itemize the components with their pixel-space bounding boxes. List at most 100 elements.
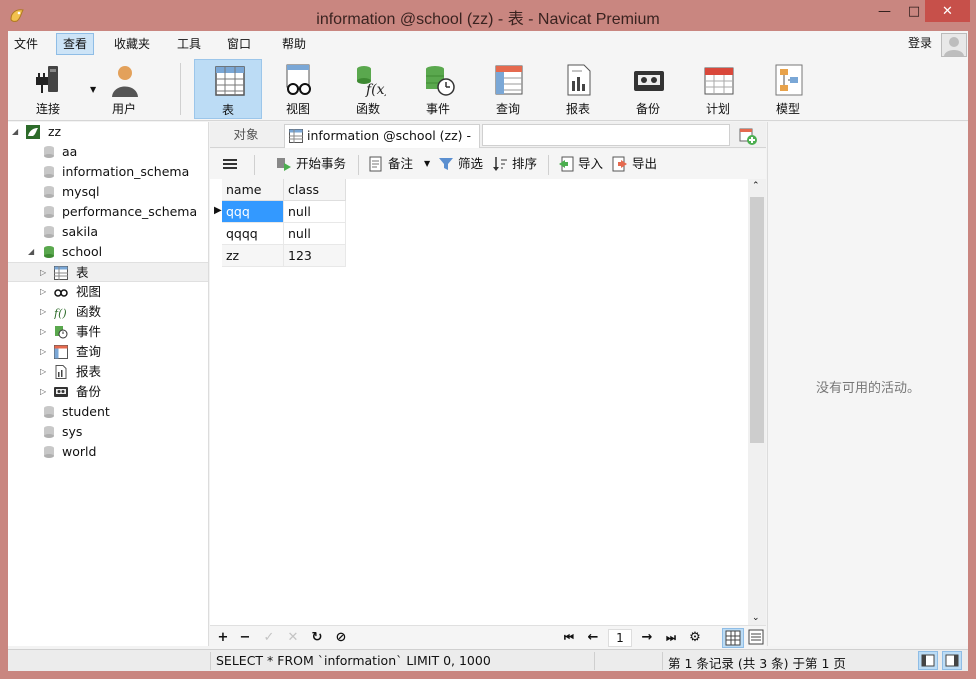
next-page-button[interactable]: → [638,629,656,647]
column-header-class[interactable]: class [284,179,346,201]
tree-db-world[interactable]: world [8,442,208,462]
grid-vertical-scrollbar[interactable]: ⌃ ⌄ [748,179,766,625]
gear-icon[interactable]: ⚙ [686,629,704,647]
scroll-down-icon[interactable]: ⌄ [752,613,760,623]
add-record-button[interactable]: + [214,629,232,647]
tree-connection-zz[interactable]: ◢ zz [8,122,208,142]
tree-db-sakila[interactable]: sakila [8,222,208,242]
tree-school-backups[interactable]: ▷ 备份 [8,382,208,402]
tree-collapsed-arrow-icon[interactable]: ▷ [40,362,46,382]
import-button[interactable]: 导入 [578,155,603,173]
tree-db-information-schema[interactable]: information_schema [8,162,208,182]
toolbar-view-button[interactable]: 视图 [264,59,332,119]
scrollbar-thumb[interactable] [750,197,764,443]
minimize-button[interactable]: — [868,0,901,22]
menu-file[interactable]: 文件 [8,33,44,55]
toggle-left-pane-button[interactable] [918,651,938,670]
toolbar-table-button[interactable]: 表 [194,59,262,119]
table-cell[interactable]: null [284,223,346,245]
table-cell[interactable]: qqq [222,201,284,223]
menu-favorites[interactable]: 收藏夹 [108,33,156,55]
toolbar-backup-label: 备份 [635,102,660,116]
grid-view-button[interactable] [722,628,744,648]
svg-text:f(): f() [54,307,67,319]
tree-expanded-arrow-icon[interactable]: ◢ [12,122,18,142]
toolbar-schedule-button[interactable]: 计划 [684,59,752,119]
tree-db-school[interactable]: ◢ school [8,242,208,262]
tree-collapsed-arrow-icon[interactable]: ▷ [40,382,46,402]
toolbar-connection-button[interactable]: 连接 ▼ [14,59,96,119]
page-number-input[interactable]: 1 [608,629,632,647]
tree-db-performance-schema[interactable]: performance_schema [8,202,208,222]
tree-db-sys[interactable]: sys [8,422,208,442]
menu-tools[interactable]: 工具 [171,33,207,55]
menu-help[interactable]: 帮助 [276,33,312,55]
table-cell[interactable]: 123 [284,245,346,267]
tree-db-mysql[interactable]: mysql [8,182,208,202]
toggle-right-pane-button[interactable] [942,651,962,670]
toolbar-function-button[interactable]: f(x) 函数 [334,59,402,119]
delete-record-button[interactable]: − [236,629,254,647]
export-button[interactable]: 导出 [632,155,657,173]
account-avatar[interactable] [941,33,967,57]
tree-child-label: 函数 [76,304,102,319]
database-icon [44,166,54,178]
tree-school-views[interactable]: ▷ 视图 [8,282,208,302]
discard-changes-button[interactable]: ✕ [284,629,302,647]
tree-school-events[interactable]: ▷ 事件 [8,322,208,342]
tree-school-queries[interactable]: ▷ 查询 [8,342,208,362]
tree-school-functions[interactable]: ▷ f() 函数 [8,302,208,322]
data-grid[interactable]: name class ▶ qqq null qqqq null zz 123 [210,179,748,625]
toolbar-user-button[interactable]: 用户 [90,59,158,119]
begin-transaction-button[interactable]: 开始事务 [296,155,346,173]
tree-db-aa[interactable]: aa [8,142,208,162]
toolbar-report-button[interactable]: 报表 [544,59,612,119]
column-header-name[interactable]: name [222,179,284,201]
user-icon [112,66,138,97]
table-cell[interactable]: qqqq [222,223,284,245]
menu-view[interactable]: 查看 [56,33,95,55]
table-cell[interactable]: zz [222,245,284,267]
menu-window[interactable]: 窗口 [221,33,257,55]
login-link[interactable]: 登录 [908,34,932,51]
toolbar-backup-button[interactable]: 备份 [614,59,682,119]
sort-icon [493,157,507,171]
tree-db-label: school [62,244,103,259]
close-button[interactable]: ✕ [925,0,970,22]
comment-dropdown-chevron-icon[interactable]: ▼ [424,155,430,173]
title-bar[interactable]: information @school (zz) - 表 - Navicat P… [0,0,976,31]
new-query-icon[interactable] [736,125,760,147]
tree-expanded-arrow-icon[interactable]: ◢ [28,242,34,262]
last-page-button[interactable]: ⏭ [662,629,680,647]
comment-button[interactable]: 备注 [388,155,413,173]
maximize-button[interactable]: □ [901,0,927,22]
first-page-button[interactable]: ⏮ [560,629,578,647]
import-icon [559,156,574,172]
sort-button[interactable]: 排序 [512,155,537,173]
toolbar-divider [254,155,255,175]
tree-collapsed-arrow-icon[interactable]: ▷ [40,342,46,362]
tab-information-table[interactable]: information @school (zz) - 表 [284,124,480,165]
tree-collapsed-arrow-icon[interactable]: ▷ [40,302,46,322]
toolbar-query-button[interactable]: 查询 [474,59,542,119]
current-row-indicator-icon: ▶ [214,205,222,216]
toolbar-report-label: 报表 [565,102,590,116]
toolbar-model-button[interactable]: 模型 [754,59,822,119]
tree-collapsed-arrow-icon[interactable]: ▷ [40,263,46,283]
filter-button[interactable]: 筛选 [458,155,483,173]
tree-collapsed-arrow-icon[interactable]: ▷ [40,282,46,302]
tree-school-reports[interactable]: ▷ 报表 [8,362,208,382]
form-view-button[interactable] [746,628,768,648]
tree-school-tables[interactable]: ▷ 表 [8,262,208,282]
refresh-button[interactable]: ↻ [308,629,326,647]
tab-objects[interactable]: 对象 [210,124,282,148]
scroll-up-icon[interactable]: ⌃ [752,181,760,191]
tree-collapsed-arrow-icon[interactable]: ▷ [40,322,46,342]
tree-db-student[interactable]: student [8,402,208,422]
apply-changes-button[interactable]: ✓ [260,629,278,647]
previous-page-button[interactable]: ← [584,629,602,647]
table-cell[interactable]: null [284,201,346,223]
hamburger-menu-icon[interactable] [222,156,238,172]
stop-button[interactable]: ⊘ [332,629,350,647]
toolbar-event-button[interactable]: 事件 [404,59,472,119]
